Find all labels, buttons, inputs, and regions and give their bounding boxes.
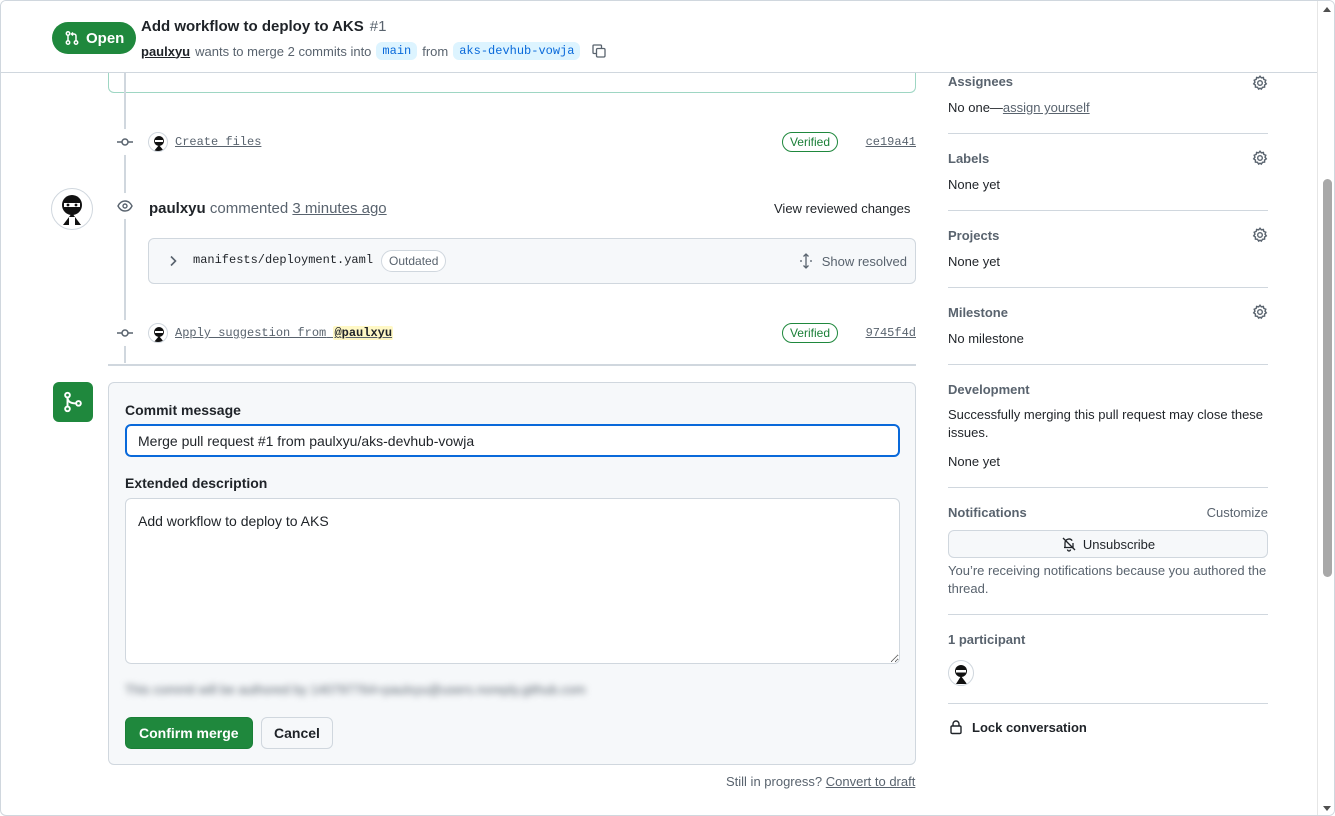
- participant-avatar[interactable]: [948, 660, 974, 686]
- sidebar-assignees: Assignees No one—assign yourself: [948, 73, 1268, 134]
- sidebar-projects: Projects None yet: [948, 211, 1268, 288]
- extended-description-label: Extended description: [125, 475, 268, 491]
- lock-conversation-button[interactable]: Lock conversation: [948, 719, 1087, 735]
- gear-icon[interactable]: [1252, 150, 1268, 169]
- pr-title: Add workflow to deploy to AKS #1: [141, 18, 386, 35]
- git-commit-icon: [112, 129, 138, 155]
- pr-number: #1: [369, 18, 387, 35]
- development-note: Successfully merging this pull request m…: [948, 407, 1264, 440]
- copy-icon[interactable]: [591, 43, 607, 59]
- git-merge-icon: [53, 382, 93, 422]
- merge-summary-text: wants to merge 2 commits into: [195, 43, 372, 59]
- projects-value: None yet: [948, 254, 1001, 269]
- review-file-name: manifests/deployment.yaml: [193, 253, 374, 267]
- verified-badge[interactable]: Verified: [781, 132, 838, 152]
- view-reviewed-changes-link[interactable]: View reviewed changes: [774, 201, 910, 216]
- review-timestamp-link[interactable]: 3 minutes ago: [292, 200, 386, 217]
- bell-slash-icon: [1062, 537, 1076, 552]
- git-pull-request-icon: [65, 31, 79, 45]
- pr-state-label: Open: [86, 29, 125, 47]
- commit-sha-link[interactable]: ce19a41: [866, 135, 916, 149]
- base-branch[interactable]: main: [376, 42, 418, 60]
- commit-message-link[interactable]: Apply suggestion from @paulxyu: [175, 326, 394, 340]
- commit-author-avatar[interactable]: [148, 323, 168, 343]
- user-mention[interactable]: @paulxyu: [333, 326, 394, 340]
- participants-title: 1 participant: [948, 632, 1026, 647]
- gear-icon[interactable]: [1252, 227, 1268, 246]
- assignees-title: Assignees: [948, 74, 1014, 89]
- draft-prefix: Still in progress?: [726, 774, 823, 789]
- lock-icon: [950, 720, 962, 735]
- show-resolved-button[interactable]: Show resolved: [798, 253, 907, 269]
- pr-state-badge: Open: [52, 22, 137, 54]
- labels-title: Labels: [948, 151, 990, 166]
- merge-form: Commit message Extended description Add …: [108, 382, 916, 765]
- timeline-divider: [108, 364, 916, 366]
- scroll-down-icon[interactable]: [1323, 806, 1331, 811]
- sidebar-notifications: Notifications Customize Unsubscribe You’…: [948, 488, 1268, 615]
- show-resolved-label: Show resolved: [821, 253, 907, 269]
- assign-yourself-link[interactable]: assign yourself: [1003, 100, 1090, 115]
- commit-message-label: Commit message: [125, 402, 241, 418]
- merge-summary-from: from: [422, 43, 449, 59]
- sidebar-milestone: Milestone No milestone: [948, 288, 1268, 365]
- milestone-title: Milestone: [948, 305, 1008, 320]
- notifications-note: You’re receiving notifications because y…: [948, 563, 1267, 596]
- review-action: commented: [209, 200, 289, 217]
- commit-message-input[interactable]: [125, 424, 900, 457]
- unfold-icon: [799, 253, 812, 269]
- development-title: Development: [948, 382, 1030, 397]
- assignees-none: No one—: [948, 100, 1003, 115]
- scroll-up-icon[interactable]: [1323, 7, 1331, 12]
- development-value: None yet: [948, 454, 1001, 469]
- sidebar-labels: Labels None yet: [948, 134, 1268, 211]
- reviewer-avatar[interactable]: [51, 188, 93, 230]
- projects-title: Projects: [948, 228, 1000, 243]
- gear-icon[interactable]: [1252, 304, 1268, 323]
- commit-message-text: Apply suggestion from: [175, 326, 327, 340]
- page-scrollbar[interactable]: [1317, 1, 1334, 815]
- chevron-right-icon[interactable]: [165, 253, 181, 272]
- unsubscribe-label: Unsubscribe: [1082, 536, 1156, 552]
- labels-value: None yet: [948, 177, 1001, 192]
- commit-author-note: This commit will be authored by 14079776…: [125, 682, 586, 697]
- eye-icon: [112, 193, 138, 219]
- review-header: paulxyu commented 3 minutes ago: [149, 200, 387, 217]
- unsubscribe-button[interactable]: Unsubscribe: [948, 530, 1268, 558]
- scrollbar-thumb[interactable]: [1323, 179, 1332, 577]
- sidebar-participants: 1 participant: [948, 615, 1268, 704]
- pr-title-text: Add workflow to deploy to AKS: [141, 18, 364, 35]
- cancel-button[interactable]: Cancel: [261, 717, 333, 749]
- confirm-merge-button[interactable]: Confirm merge: [125, 717, 253, 749]
- extended-description-textarea[interactable]: Add workflow to deploy to AKS: [125, 498, 900, 664]
- review-author-link[interactable]: paulxyu: [149, 200, 206, 217]
- convert-to-draft-link[interactable]: Convert to draft: [826, 774, 916, 789]
- head-branch[interactable]: aks-devhub-vowja: [453, 42, 581, 60]
- convert-to-draft-line: Still in progress? Convert to draft: [726, 774, 915, 789]
- git-commit-icon: [112, 320, 138, 346]
- review-file-card[interactable]: manifests/deployment.yaml Outdated Show …: [148, 238, 916, 284]
- milestone-value: No milestone: [948, 331, 1024, 346]
- commit-row: Create files Verified ce19a41: [108, 128, 916, 156]
- notifications-title: Notifications: [948, 505, 1027, 520]
- pull-request-page: Open Add workflow to deploy to AKS #1 pau…: [0, 0, 1335, 816]
- commit-author-avatar[interactable]: [148, 132, 168, 152]
- lock-conversation-label: Lock conversation: [972, 719, 1087, 735]
- outdated-badge: Outdated: [381, 250, 447, 272]
- commit-message-link[interactable]: Create files: [175, 135, 261, 149]
- sidebar-development: Development Successfully merging this pu…: [948, 365, 1268, 488]
- customize-link[interactable]: Customize: [1207, 505, 1268, 520]
- pr-author-link[interactable]: paulxyu: [141, 44, 190, 59]
- commit-row: Apply suggestion from @paulxyu Verified …: [108, 319, 916, 347]
- gear-icon[interactable]: [1252, 75, 1268, 94]
- pr-merge-summary: paulxyu wants to merge 2 commits into ma…: [141, 42, 607, 60]
- pr-sticky-header: Open Add workflow to deploy to AKS #1 pau…: [1, 1, 1317, 73]
- verified-badge[interactable]: Verified: [781, 323, 838, 343]
- commit-sha-link[interactable]: 9745f4d: [866, 326, 916, 340]
- assignees-value: No one—assign yourself: [948, 100, 1090, 115]
